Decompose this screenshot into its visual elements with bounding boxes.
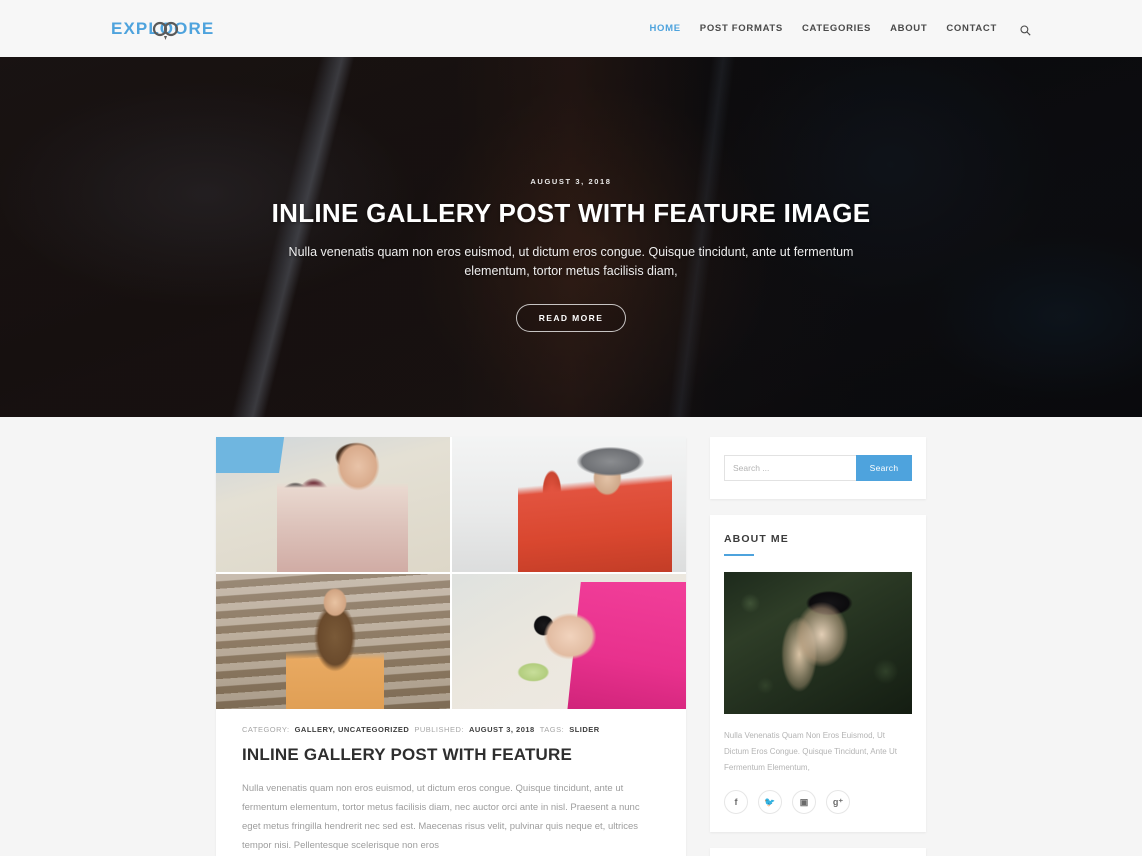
meta-tags-value[interactable]: SLIDER <box>569 725 600 734</box>
about-me-underline <box>724 554 754 556</box>
twitter-icon[interactable]: 🐦 <box>758 790 782 814</box>
meta-published-value: AUGUST 3, 2018 <box>468 725 535 734</box>
nav-item-about[interactable]: ABOUT <box>890 23 927 34</box>
hero-banner: AUGUST 3, 2018 INLINE GALLERY POST WITH … <box>0 57 1142 417</box>
meta-category-label: CATEGORY: <box>242 725 290 734</box>
instagram-icon[interactable]: ▣ <box>792 790 816 814</box>
read-more-button[interactable]: READ MORE <box>515 303 627 332</box>
search-input[interactable] <box>724 455 856 481</box>
site-header: EXPLOORE HOME POST FORMATS CATEGORIES AB… <box>0 0 1142 57</box>
meta-published-label: PUBLISHED: <box>414 725 464 734</box>
post-gallery-grid <box>216 437 686 709</box>
gallery-image-1[interactable] <box>216 437 450 572</box>
about-me-photo <box>724 572 912 714</box>
search-row: Search <box>724 455 912 481</box>
facebook-icon[interactable]: f <box>724 790 748 814</box>
nav-item-home[interactable]: HOME <box>649 23 680 34</box>
content-column: CATEGORY: GALLERY, UNCATEGORIZED PUBLISH… <box>216 437 686 856</box>
main-navigation: HOME POST FORMATS CATEGORIES ABOUT CONTA… <box>649 23 1031 36</box>
post-meta: CATEGORY: GALLERY, UNCATEGORIZED PUBLISH… <box>216 709 686 734</box>
nav-item-categories[interactable]: CATEGORIES <box>802 23 871 34</box>
site-logo[interactable]: EXPLOORE <box>111 20 214 40</box>
gallery-image-2[interactable] <box>452 437 686 572</box>
hero-content: AUGUST 3, 2018 INLINE GALLERY POST WITH … <box>0 177 1142 332</box>
about-me-text: Nulla Venenatis Quam Non Eros Euismod, U… <box>724 731 897 772</box>
about-me-title: ABOUT ME <box>724 533 789 545</box>
nav-item-post-formats[interactable]: POST FORMATS <box>700 23 783 34</box>
post-title[interactable]: INLINE GALLERY POST WITH FEATURE <box>216 734 686 765</box>
gallery-image-4[interactable] <box>452 574 686 709</box>
about-me-widget: ABOUT ME Nulla Venenatis Quam Non Eros E… <box>710 515 926 832</box>
meta-tags-label: TAGS: <box>539 725 565 734</box>
hero-date: AUGUST 3, 2018 <box>530 177 612 186</box>
recent-post-widget: RECENT POST <box>710 848 926 856</box>
page-body: CATEGORY: GALLERY, UNCATEGORIZED PUBLISH… <box>0 417 1142 856</box>
sidebar: Search ABOUT ME Nulla Venenatis Quam Non… <box>710 437 926 856</box>
header-inner: EXPLOORE HOME POST FORMATS CATEGORIES AB… <box>111 20 1031 40</box>
binoculars-icon <box>151 20 179 40</box>
post-excerpt: Nulla venenatis quam non eros euismod, u… <box>242 783 640 851</box>
nav-item-contact[interactable]: CONTACT <box>946 23 997 34</box>
meta-category-value[interactable]: GALLERY, UNCATEGORIZED <box>295 725 410 734</box>
google-plus-icon[interactable]: g⁺ <box>826 790 850 814</box>
hero-description: Nulla venenatis quam non eros euismod, u… <box>288 245 854 279</box>
main-wrap: CATEGORY: GALLERY, UNCATEGORIZED PUBLISH… <box>216 437 926 856</box>
social-links: f 🐦 ▣ g⁺ <box>724 790 912 814</box>
search-widget: Search <box>710 437 926 499</box>
search-icon[interactable] <box>1020 23 1031 36</box>
search-submit-button[interactable]: Search <box>856 455 912 481</box>
gallery-image-3[interactable] <box>216 574 450 709</box>
hero-title: INLINE GALLERY POST WITH FEATURE IMAGE <box>271 198 871 228</box>
post-card: CATEGORY: GALLERY, UNCATEGORIZED PUBLISH… <box>216 437 686 856</box>
